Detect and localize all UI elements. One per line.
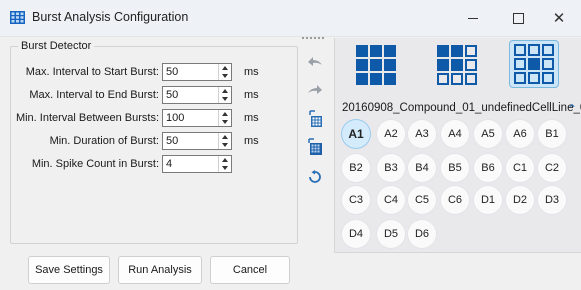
well-c3[interactable]: C3: [342, 186, 370, 214]
well-c2[interactable]: C2: [538, 154, 566, 182]
field-row-between-bursts: Min. Interval Between Bursts: 100 ms: [0, 109, 296, 129]
single-well-grid-icon: [514, 44, 554, 84]
save-settings-button[interactable]: Save Settings: [28, 256, 110, 284]
plate-name: 20160908_Compound_01_undefinedCellLine_0…: [342, 102, 581, 114]
field-label: Min. Interval Between Bursts:: [15, 112, 159, 124]
layout-partial-grid-button[interactable]: [437, 45, 477, 85]
field-row-end-interval: Max. Interval to End Burst: 50 ms: [0, 86, 296, 106]
well-c1[interactable]: C1: [506, 154, 534, 182]
spin-value[interactable]: 4: [166, 158, 172, 170]
minimize-button[interactable]: [450, 0, 496, 36]
layout-full-grid-button[interactable]: [356, 45, 396, 85]
spin-value[interactable]: 100: [166, 112, 184, 124]
app-grid-icon: [10, 11, 25, 24]
unit-label: ms: [244, 66, 259, 78]
field-label: Max. Interval to Start Burst:: [25, 66, 159, 78]
well-a5[interactable]: A5: [474, 120, 502, 148]
spin-arrows[interactable]: [218, 133, 231, 149]
spin-down-icon[interactable]: [222, 120, 228, 124]
run-analysis-button[interactable]: Run Analysis: [118, 256, 202, 284]
field-row-start-interval: Max. Interval to Start Burst: 50 ms: [0, 63, 296, 83]
cancel-button[interactable]: Cancel: [210, 256, 290, 284]
spin-down-icon[interactable]: [222, 143, 228, 147]
unit-label: ms: [244, 135, 259, 147]
spin-value[interactable]: 50: [166, 135, 178, 147]
well-d5[interactable]: D5: [377, 220, 405, 248]
spin-up-icon[interactable]: [222, 112, 228, 116]
layout-single-well-button[interactable]: [509, 40, 559, 88]
full-grid-icon: [356, 45, 396, 85]
end-interval-spinbox[interactable]: 50: [162, 86, 232, 104]
well-a6[interactable]: A6: [506, 120, 534, 148]
well-a1[interactable]: A1: [342, 120, 370, 148]
field-label: Min. Duration of Burst:: [49, 135, 159, 147]
spin-down-icon[interactable]: [222, 74, 228, 78]
group-title: Burst Detector: [18, 40, 95, 52]
well-b6[interactable]: B6: [474, 154, 502, 182]
undo-icon[interactable]: [306, 52, 324, 70]
well-b4[interactable]: B4: [408, 154, 436, 182]
unit-label: ms: [244, 112, 259, 124]
maximize-button[interactable]: [495, 0, 541, 36]
between-bursts-spinbox[interactable]: 100: [162, 109, 232, 127]
well-c5[interactable]: C5: [408, 186, 436, 214]
copy-to-all-icon[interactable]: [306, 138, 324, 156]
well-a2[interactable]: A2: [377, 120, 405, 148]
vertical-toolbar: [300, 40, 330, 290]
well-d1[interactable]: D1: [474, 186, 502, 214]
copy-to-selected-icon[interactable]: [306, 110, 324, 128]
field-row-spike-count: Min. Spike Count in Burst: 4: [0, 155, 296, 175]
redo-icon[interactable]: [306, 80, 324, 98]
spin-value[interactable]: 50: [166, 66, 178, 78]
well-c6[interactable]: C6: [441, 186, 469, 214]
maximize-icon: [512, 12, 524, 24]
field-label: Min. Spike Count in Burst:: [31, 158, 159, 170]
well-a3[interactable]: A3: [408, 120, 436, 148]
close-button[interactable]: ✕: [536, 0, 581, 36]
partial-grid-icon: [437, 45, 477, 85]
field-row-min-duration: Min. Duration of Burst: 50 ms: [0, 132, 296, 152]
spin-down-icon[interactable]: [222, 166, 228, 170]
spin-up-icon[interactable]: [222, 135, 228, 139]
well-d2[interactable]: D2: [506, 186, 534, 214]
well-d3[interactable]: D3: [538, 186, 566, 214]
spin-up-icon[interactable]: [222, 158, 228, 162]
start-interval-spinbox[interactable]: 50: [162, 63, 232, 81]
minimize-icon: [468, 17, 478, 19]
well-b3[interactable]: B3: [377, 154, 405, 182]
spike-count-spinbox[interactable]: 4: [162, 155, 232, 173]
field-label: Max. Interval to End Burst:: [29, 89, 159, 101]
well-b2[interactable]: B2: [342, 154, 370, 182]
well-d4[interactable]: D4: [342, 220, 370, 248]
well-b5[interactable]: B5: [441, 154, 469, 182]
spin-arrows[interactable]: [218, 87, 231, 103]
well-b1[interactable]: B1: [538, 120, 566, 148]
spin-arrows[interactable]: [218, 110, 231, 126]
well-a4[interactable]: A4: [441, 120, 469, 148]
spin-value[interactable]: 50: [166, 89, 178, 101]
spin-arrows[interactable]: [218, 156, 231, 172]
spin-arrows[interactable]: [218, 64, 231, 80]
spin-up-icon[interactable]: [222, 89, 228, 93]
close-icon: ✕: [552, 9, 566, 27]
reset-icon[interactable]: [306, 168, 324, 186]
title-bar: Burst Analysis Configuration ✕: [0, 0, 581, 37]
spin-up-icon[interactable]: [222, 66, 228, 70]
window-title: Burst Analysis Configuration: [32, 10, 189, 24]
well-d6[interactable]: D6: [408, 220, 436, 248]
well-c4[interactable]: C4: [377, 186, 405, 214]
unit-label: ms: [244, 89, 259, 101]
spin-down-icon[interactable]: [222, 97, 228, 101]
chevron-up-icon[interactable]: ⌃: [567, 102, 577, 116]
min-duration-spinbox[interactable]: 50: [162, 132, 232, 150]
